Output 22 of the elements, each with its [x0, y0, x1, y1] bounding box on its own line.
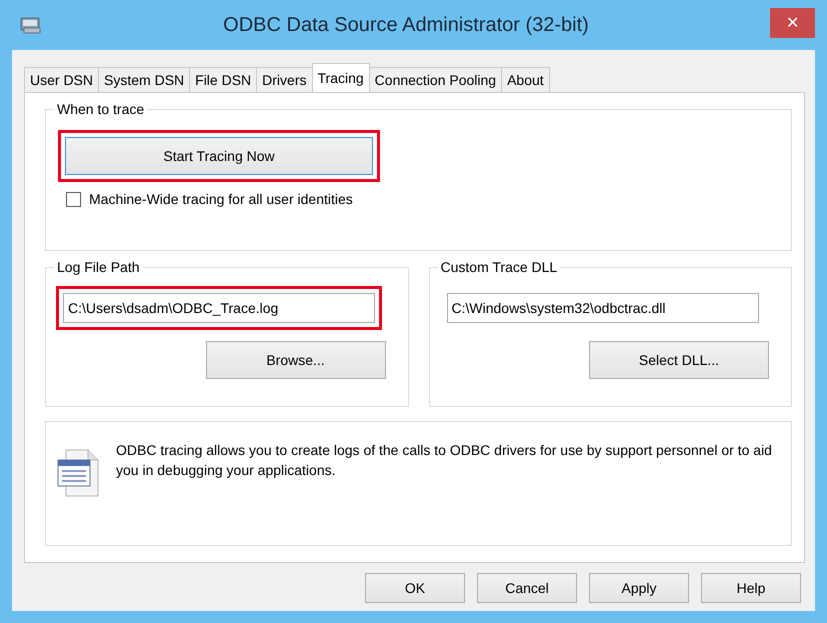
dialog-button[interactable]: Help [701, 573, 801, 603]
checkbox[interactable] [66, 192, 81, 206]
close-button[interactable]: ✕ [770, 8, 815, 38]
dialog-button[interactable]: Cancel [477, 573, 577, 603]
app-icon [20, 16, 42, 34]
group-title: When to trace [54, 101, 148, 117]
path-field[interactable]: C:\Windows\system32\odbctrac.dll [446, 293, 758, 323]
dialog-button[interactable]: OK [365, 573, 465, 603]
start-tracing-button[interactable]: Start Tracing Now [65, 137, 373, 175]
path-field[interactable]: C:\Users\dsadm\ODBC_Trace.log [63, 293, 375, 323]
log-file-icon [56, 448, 100, 498]
window-title: ODBC Data Source Administrator (32-bit) [222, 14, 590, 36]
tab[interactable]: User DSN [24, 67, 100, 92]
checkbox-label: Machine-Wide tracing for all user identities [89, 191, 353, 207]
group-title: Custom Trace DLL [438, 259, 560, 275]
group-title: Log File Path [54, 259, 142, 275]
tab[interactable]: About [501, 67, 550, 92]
info-text: ODBC tracing allows you to create logs of the calls to ODBC drivers for use by support personnel or to aid you in debugging your applications. [116, 441, 773, 480]
tab[interactable]: Tracing [312, 63, 370, 92]
browse-button[interactable]: Browse... [206, 341, 386, 379]
browse-button[interactable]: Select DLL... [589, 341, 769, 379]
dialog-button[interactable]: Apply [589, 573, 689, 603]
